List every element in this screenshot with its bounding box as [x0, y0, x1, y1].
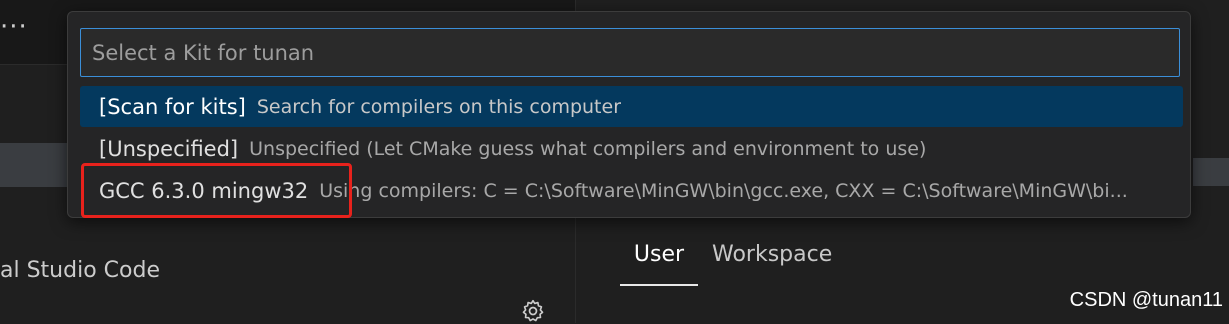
settings-search-fragment	[1193, 158, 1229, 186]
kit-item-unspecified[interactable]: [Unspecified] Unspecified (Let CMake gue…	[80, 128, 1183, 169]
kit-item-label: GCC 6.3.0 mingw32	[99, 178, 309, 203]
kit-item-label: [Unspecified]	[99, 136, 239, 161]
kit-item-description: Search for compilers on this computer	[256, 95, 622, 118]
more-actions-icon[interactable]: ···	[0, 14, 28, 40]
tab-workspace[interactable]: Workspace	[712, 240, 832, 284]
kit-item-scan[interactable]: [Scan for kits] Search for compilers on …	[80, 86, 1183, 127]
kit-item-gcc-mingw32[interactable]: GCC 6.3.0 mingw32 Using compilers: C = C…	[80, 170, 1183, 211]
kit-item-label: [Scan for kits]	[99, 94, 246, 119]
kit-quick-pick: [Scan for kits] Search for compilers on …	[67, 11, 1191, 218]
left-panel-text: al Studio Code	[0, 258, 160, 283]
tab-user[interactable]: User	[620, 240, 698, 286]
kit-item-description: Unspecified (Let CMake guess what compil…	[249, 137, 927, 160]
kit-search-input[interactable]	[80, 28, 1180, 77]
gear-icon[interactable]	[520, 298, 546, 324]
watermark: CSDN @tunan11	[1069, 289, 1223, 311]
kit-item-description: Using compilers: C = C:\Software\MinGW\b…	[319, 179, 1128, 202]
